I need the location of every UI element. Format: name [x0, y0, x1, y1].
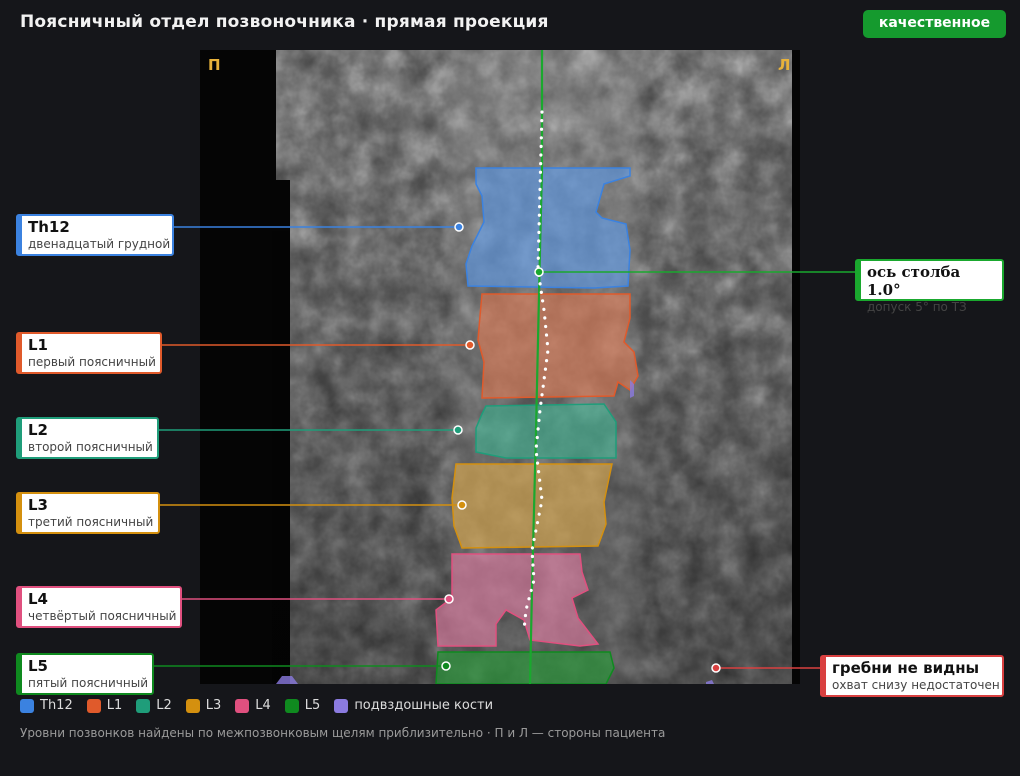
legend-item-l4[interactable]: L4: [235, 698, 271, 713]
legend-item-th12[interactable]: Th12: [20, 698, 73, 713]
legend: Th12 L1 L2 L3 L4 L5 подвздошные кости: [20, 698, 493, 713]
callout-l1-name: L1: [28, 336, 48, 354]
callout-crests-name: гребни не видны: [832, 659, 980, 677]
vertebra-l5-mask: [435, 651, 615, 684]
side-marker-right: П: [208, 56, 221, 74]
callout-axis-name: ось столба 1.0°: [867, 263, 961, 299]
page-title: Поясничный отдел позвоночника · прямая п…: [20, 12, 549, 32]
callout-l2[interactable]: L2 второй поясничный: [16, 417, 159, 459]
callout-l4[interactable]: L4 четвёртый поясничный: [16, 586, 182, 628]
footnote: Уровни позвонков найдены по межпозвонков…: [20, 726, 666, 740]
legend-item-iliac[interactable]: подвздошные кости: [334, 698, 493, 713]
legend-swatch-l1: [86, 698, 101, 713]
callout-l5-desc: пятый поясничный: [28, 676, 148, 690]
callout-iliac-crests[interactable]: гребни не видны охват снизу недостаточен: [820, 655, 1004, 697]
xray-viewer[interactable]: П Л: [200, 50, 800, 684]
callout-l2-name: L2: [28, 421, 48, 439]
vertebra-l2-mask: [475, 403, 617, 459]
callout-l3-name: L3: [28, 496, 48, 514]
side-marker-left: Л: [778, 56, 791, 74]
legend-item-l3[interactable]: L3: [185, 698, 221, 713]
legend-swatch-l4: [235, 698, 250, 713]
legend-swatch-l3: [185, 698, 200, 713]
callout-th12-desc: двенадцатый грудной: [28, 237, 171, 251]
legend-item-l1[interactable]: L1: [86, 698, 122, 713]
legend-swatch-l2: [136, 698, 151, 713]
legend-swatch-l5: [284, 698, 299, 713]
callout-l2-desc: второй поясничный: [28, 440, 153, 454]
callout-th12-name: Th12: [28, 218, 70, 236]
callout-l5[interactable]: L5 пятый поясничный: [16, 653, 154, 695]
callout-l3-desc: третий поясничный: [28, 515, 154, 529]
legend-item-l2[interactable]: L2: [136, 698, 172, 713]
callout-l4-name: L4: [28, 590, 48, 608]
callout-l1[interactable]: L1 первый поясничный: [16, 332, 162, 374]
callout-spine-axis[interactable]: ось столба 1.0° допуск 5° по ТЗ: [855, 259, 1004, 314]
callout-l1-desc: первый поясничный: [28, 355, 156, 369]
vertebra-l1-mask: [477, 293, 639, 399]
xray-image: [200, 50, 800, 684]
callout-l4-desc: четвёртый поясничный: [28, 609, 177, 623]
callout-th12[interactable]: Th12 двенадцатый грудной: [16, 214, 174, 256]
legend-swatch-iliac: [334, 698, 349, 713]
vertebra-l3-mask: [451, 463, 613, 549]
quality-badge: качественное: [863, 10, 1006, 38]
callout-l3[interactable]: L3 третий поясничный: [16, 492, 160, 534]
legend-item-l5[interactable]: L5: [284, 698, 320, 713]
callout-l5-name: L5: [28, 657, 48, 675]
callout-axis-desc: допуск 5° по ТЗ: [867, 300, 967, 314]
legend-swatch-th12: [20, 698, 34, 713]
callout-crests-desc: охват снизу недостаточен: [832, 678, 1000, 692]
